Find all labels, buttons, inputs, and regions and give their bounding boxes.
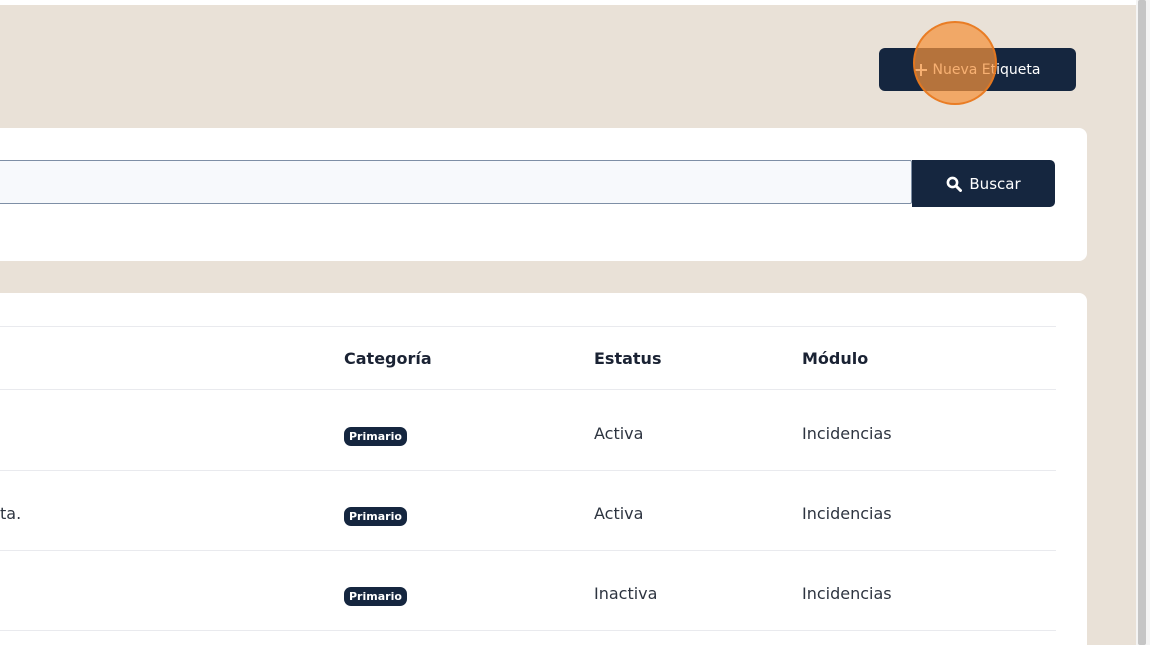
table-divider xyxy=(0,389,1056,390)
table-divider xyxy=(0,326,1056,327)
search-icon xyxy=(946,176,963,192)
column-header-category: Categoría xyxy=(344,349,432,368)
module-cell: Incidencias xyxy=(802,584,892,603)
search-button-label: Buscar xyxy=(969,174,1021,193)
category-badge: Primario xyxy=(344,587,407,606)
table-divider xyxy=(0,470,1056,471)
results-table: Categoría Estatus Módulo Primario Activa… xyxy=(0,293,1087,645)
category-badge: Primario xyxy=(344,427,407,446)
column-header-status: Estatus xyxy=(594,349,662,368)
search-input[interactable] xyxy=(0,160,912,204)
new-tag-button[interactable]: Nueva Etiqueta xyxy=(879,48,1076,91)
table-divider xyxy=(0,550,1056,551)
scrollbar-thumb[interactable] xyxy=(1138,0,1146,645)
status-cell: Activa xyxy=(594,424,644,443)
table-divider xyxy=(0,630,1056,631)
vertical-scrollbar[interactable] xyxy=(1136,0,1150,645)
category-badge: Primario xyxy=(344,507,407,526)
search-button[interactable]: Buscar xyxy=(912,160,1055,207)
status-cell: Inactiva xyxy=(594,584,658,603)
module-cell: Incidencias xyxy=(802,424,892,443)
column-header-module: Módulo xyxy=(802,349,869,368)
row-name-cell: ta. xyxy=(0,504,22,523)
plus-icon xyxy=(914,63,927,76)
search-card: Buscar xyxy=(0,128,1087,261)
status-cell: Activa xyxy=(594,504,644,523)
page-background: Nueva Etiqueta Buscar Categoría Estatus … xyxy=(0,5,1136,645)
new-tag-button-label: Nueva Etiqueta xyxy=(932,61,1041,78)
module-cell: Incidencias xyxy=(802,504,892,523)
